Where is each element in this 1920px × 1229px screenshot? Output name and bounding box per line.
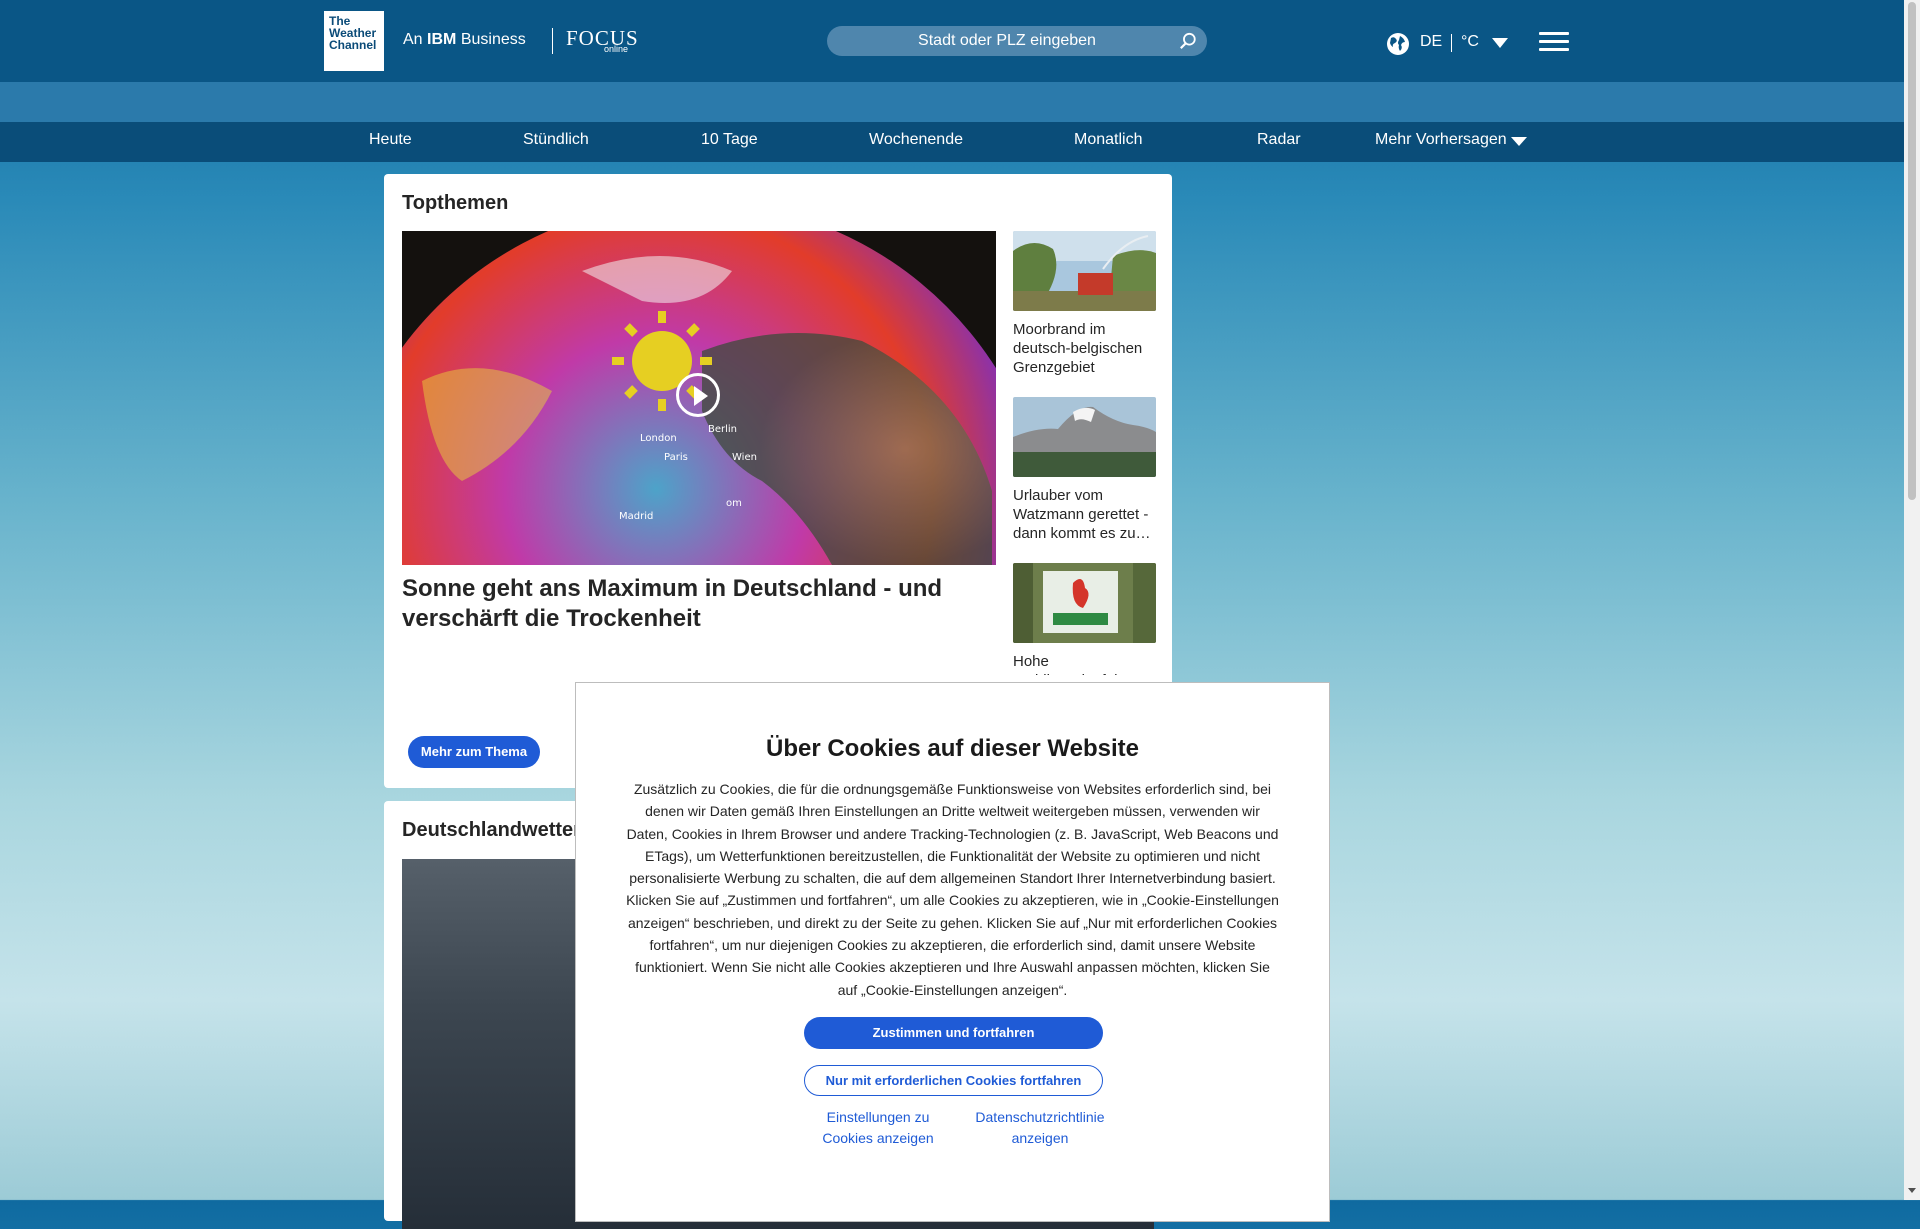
map-label-london: London (640, 433, 677, 444)
search-icon[interactable] (1179, 32, 1197, 50)
story-thumbnail-moor-fire[interactable] (1013, 231, 1156, 311)
nav-hourly[interactable]: Stündlich (523, 131, 589, 149)
germany-weather-title: Deutschlandwetter (402, 819, 581, 841)
more-on-topic-button[interactable]: Mehr zum Thema (408, 736, 540, 768)
chevron-down-icon[interactable] (1492, 38, 1508, 48)
story-caption-forest-fire[interactable]: Hohe Waldbrandgefahr: (1013, 652, 1156, 675)
top-stories-title: Topthemen (402, 192, 509, 214)
tagline-prefix: An (403, 31, 423, 48)
nav-more-forecasts[interactable]: Mehr Vorhersagen (1375, 131, 1507, 149)
cookie-dialog-text: Zusätzlich zu Cookies, die für die ordnu… (626, 781, 1279, 998)
language-selector[interactable]: DE (1420, 33, 1442, 51)
map-label-vienna: Wien (732, 452, 757, 463)
cookie-settings-link[interactable]: Einstellungen zu Cookies anzeigen (818, 1107, 938, 1149)
story-thumbnail-watzmann[interactable] (1013, 397, 1156, 477)
story-thumbnail-forest-fire[interactable] (1013, 563, 1156, 643)
map-label-rome: om (726, 498, 742, 509)
nav-monthly[interactable]: Monatlich (1074, 131, 1142, 149)
necessary-cookies-only-button[interactable]: Nur mit erforderlichen Cookies fortfahre… (804, 1065, 1103, 1096)
ibm-business-tagline: An IBM Business (403, 31, 526, 49)
story-caption-moor-fire[interactable]: Moorbrand im deutsch-belgischen Grenzgeb… (1013, 320, 1156, 377)
location-search-input[interactable]: Stadt oder PLZ eingeben (827, 26, 1207, 56)
featured-video[interactable]: London Berlin Paris Wien Madrid om (402, 231, 996, 565)
hamburger-menu-icon[interactable] (1539, 32, 1569, 52)
scroll-down-arrow-icon[interactable] (1908, 1188, 1916, 1193)
nav-radar[interactable]: Radar (1257, 131, 1301, 149)
weather-channel-logo[interactable]: The Weather Channel (324, 11, 384, 71)
header-subbar (0, 82, 1904, 122)
cookie-dialog-title: Über Cookies auf dieser Website (765, 735, 1139, 762)
focus-logo-sub: online (604, 44, 629, 54)
accept-and-continue-button[interactable]: Zustimmen und fortfahren (804, 1017, 1103, 1049)
unit-divider (1451, 34, 1452, 52)
map-label-berlin: Berlin (708, 424, 737, 435)
tagline-suffix: Business (460, 31, 526, 48)
nav-today[interactable]: Heute (369, 131, 412, 149)
nav-10-days[interactable]: 10 Tage (701, 131, 758, 149)
main-story-headline[interactable]: Sonne geht ans Maximum in Deutschland - … (402, 574, 996, 634)
tagline-brand: IBM (427, 31, 457, 48)
chevron-down-icon[interactable] (1511, 137, 1527, 146)
header-divider (552, 28, 553, 54)
cookie-consent-dialog: Über Cookies auf dieser Website Zusätzli… (575, 682, 1330, 1222)
nav-weekend[interactable]: Wochenende (869, 131, 963, 149)
focus-online-logo[interactable]: FOCUS online (566, 26, 639, 54)
map-label-madrid: Madrid (619, 511, 653, 522)
privacy-policy-link[interactable]: Datenschutzrichtlinie anzeigen (965, 1107, 1115, 1149)
play-icon[interactable] (676, 373, 720, 417)
story-caption-watzmann[interactable]: Urlauber vom Watzmann gerettet - dann ko… (1013, 486, 1156, 543)
map-label-paris: Paris (664, 452, 688, 463)
temperature-unit-selector[interactable]: °C (1461, 33, 1479, 51)
search-placeholder: Stadt oder PLZ eingeben (918, 32, 1096, 49)
logo-line: Channel (329, 38, 377, 52)
globe-icon[interactable] (1386, 32, 1410, 56)
scrollbar-thumb[interactable] (1908, 2, 1916, 500)
